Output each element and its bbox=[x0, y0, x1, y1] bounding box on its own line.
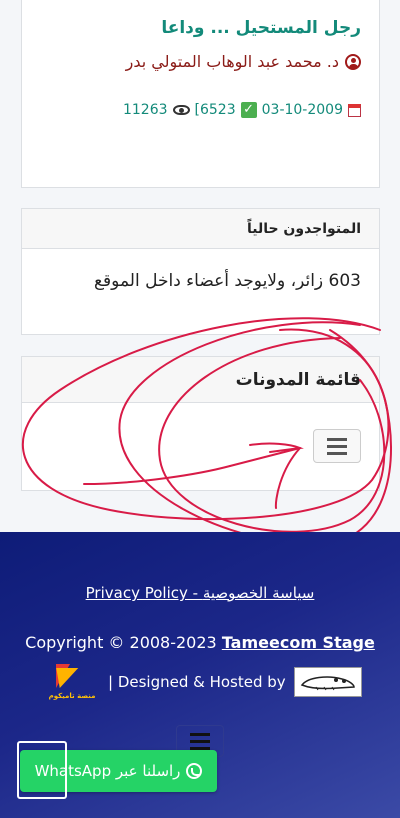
privacy-policy-link[interactable]: Privacy Policy - سياسة الخصوصية bbox=[0, 584, 400, 602]
brand-link[interactable]: Tameecom Stage bbox=[222, 633, 375, 652]
content-area: رجل المستحيل ... وداعا د. محمد عبد الوها… bbox=[0, 0, 400, 547]
copyright-text: Copyright © 2008-2023 Tameecom Stage bbox=[0, 633, 400, 652]
article-title[interactable]: رجل المستحيل ... وداعا bbox=[161, 18, 361, 38]
calendar-icon bbox=[348, 103, 361, 117]
online-header: المتواجدون حالياً bbox=[22, 209, 379, 249]
blogs-card: قائمة المدونات bbox=[21, 356, 380, 491]
designed-by-row: منصة تاميكوم | Designed & Hosted by bbox=[44, 662, 364, 702]
whatsapp-icon bbox=[186, 763, 203, 779]
article-author[interactable]: د. محمد عبد الوهاب المتولي بدر bbox=[126, 52, 361, 71]
rating-value: [6523 bbox=[194, 102, 236, 118]
article-card: رجل المستحيل ... وداعا د. محمد عبد الوها… bbox=[21, 0, 380, 188]
online-users-card: المتواجدون حالياً 603 زائر، ولايوجد أعضا… bbox=[21, 208, 380, 335]
article-meta: 11263 [6523 ✓ 03-10-2009 bbox=[123, 102, 361, 118]
copyright-prefix: Copyright © 2008-2023 bbox=[25, 633, 222, 652]
author-name[interactable]: د. محمد عبد الوهاب المتولي بدر bbox=[126, 52, 339, 71]
site-footer: Privacy Policy - سياسة الخصوصية Copyrigh… bbox=[0, 532, 400, 818]
eye-icon bbox=[172, 105, 190, 115]
tameecom-logo[interactable]: منصة تاميكوم bbox=[44, 664, 100, 700]
whatsapp-button[interactable]: راسلنا عبر WhatsApp bbox=[20, 750, 217, 792]
views-count: 11263 bbox=[122, 102, 168, 118]
whatsapp-label: راسلنا عبر WhatsApp bbox=[34, 762, 181, 780]
logo-text: منصة تاميكوم bbox=[48, 692, 96, 700]
hamburger-icon[interactable] bbox=[313, 429, 361, 463]
article-date: 03-10-2009 bbox=[261, 102, 343, 118]
crocodile-logo[interactable] bbox=[293, 667, 362, 697]
user-circle-icon bbox=[345, 53, 361, 70]
check-icon: ✓ bbox=[240, 102, 257, 118]
designed-text: | Designed & Hosted by bbox=[108, 673, 286, 691]
online-count-text: 603 زائر، ولايوجد أعضاء داخل الموقع bbox=[94, 271, 361, 291]
blogs-header: قائمة المدونات bbox=[22, 357, 379, 403]
